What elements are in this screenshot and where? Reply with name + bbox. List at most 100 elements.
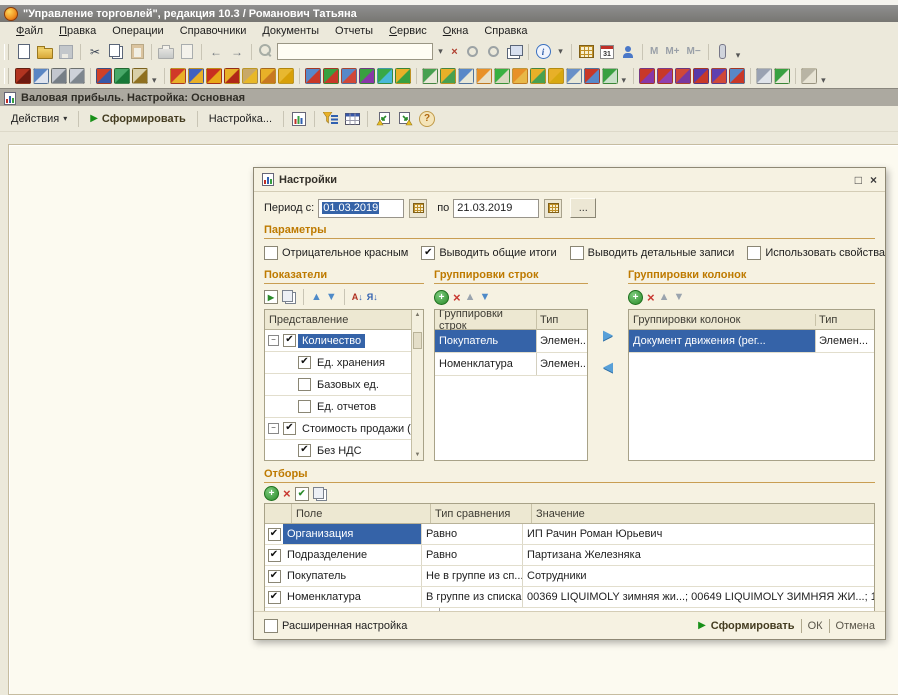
checkbox-cell[interactable]: ✔ [265,587,283,607]
toolbar-button-icon[interactable] [675,68,691,84]
toolbar-button-icon[interactable] [305,68,321,84]
toolbar-button-icon[interactable] [377,68,393,84]
toolbar-button-icon[interactable] [69,68,85,84]
generate-button-footer[interactable]: ▶ Сформировать [698,620,795,632]
report-variant-button[interactable] [289,109,309,128]
memory-button[interactable]: M [647,46,661,57]
checkbox-icon[interactable] [298,378,311,391]
param-checkbox[interactable]: ✔Выводить общие итоги [421,246,556,260]
checkbox-cell[interactable]: ✔ [265,545,283,565]
table-tool-button[interactable] [576,42,596,61]
checkbox-icon[interactable]: ✔ [298,356,311,369]
memory-minus-button[interactable]: M− [684,46,704,57]
toolbar-button-icon[interactable] [584,68,600,84]
toolbar-overflow-icon[interactable]: ▾ [734,50,743,61]
check-all-icon[interactable]: ✔ [295,487,309,501]
toolbar-button-icon[interactable] [422,68,438,84]
calendar-tool-button[interactable]: 31 [597,42,617,61]
toolbar-button-icon[interactable] [395,68,411,84]
undo-button[interactable]: ← [206,42,226,61]
indicator-row[interactable]: ✔Без НДС [265,440,412,461]
toolbar-button-icon[interactable] [602,68,618,84]
find-prev-button[interactable] [483,42,503,61]
toolbar-button-icon[interactable] [260,68,276,84]
toolbar-button-icon[interactable] [693,68,709,84]
menu-item-help[interactable]: Справка [476,24,535,38]
filter-row[interactable]: ✔НоменклатураВ группе из списка00369 LIQ… [265,587,874,608]
toolbar-button-icon[interactable] [132,68,148,84]
toolbar-button-icon[interactable] [15,68,31,84]
add-icon[interactable]: + [264,486,279,501]
move-down-button[interactable]: ▼ [673,292,684,303]
move-up-button[interactable]: ▲ [659,292,670,303]
group-row[interactable]: Документ движения (рег...Элемен... [629,330,874,353]
toolbar-button-icon[interactable] [476,68,492,84]
menu-item-documents[interactable]: Документы [254,24,327,38]
toolbar-button-icon[interactable] [440,68,456,84]
toolbar-button-icon[interactable] [512,68,528,84]
save-values-button[interactable] [373,109,393,128]
period-to-input[interactable]: 21.03.2019 [453,199,539,218]
toolbar-button-icon[interactable] [114,68,130,84]
find-next-button[interactable] [462,42,482,61]
settings-button[interactable]: Настройка... [203,111,278,127]
toolbar-overflow-icon[interactable]: ▾ [620,75,629,86]
indicator-row[interactable]: −✔Стоимость продажи (руб.) [265,418,412,440]
toolbar-button-icon[interactable] [530,68,546,84]
toolbar-button-icon[interactable] [170,68,186,84]
scrollbar-thumb[interactable] [413,332,422,349]
toolbar-button-icon[interactable] [323,68,339,84]
checkbox-cell[interactable]: ✔ [265,566,283,586]
menu-item-service[interactable]: Сервис [381,24,435,38]
menu-item-operations[interactable]: Операции [104,24,171,38]
delete-icon[interactable]: × [453,291,461,304]
memory-plus-button[interactable]: M+ [662,46,682,57]
menu-item-edit[interactable]: Правка [51,24,104,38]
toolbar-overflow-icon[interactable]: ▾ [150,75,159,86]
checkbox-icon[interactable]: ✔ [283,422,296,435]
tree-expander-icon[interactable]: − [268,423,279,434]
tree-expander-icon[interactable]: − [268,335,279,346]
checkbox-cell[interactable]: ✔ [265,524,283,544]
toolbar-button-icon[interactable] [341,68,357,84]
toolbar-button-icon[interactable] [458,68,474,84]
menu-item-reports[interactable]: Отчеты [327,24,381,38]
ok-button[interactable]: ОК [808,620,823,632]
period-to-calendar-button[interactable] [544,199,562,218]
checkbox-icon[interactable]: ✔ [283,334,296,347]
move-right-button[interactable]: ▶ [603,327,613,343]
param-checkbox[interactable]: Использовать свойства и категории [747,246,885,260]
toolbar-button-icon[interactable] [801,68,817,84]
move-up-button[interactable]: ▲ [311,292,322,303]
info-button[interactable]: i [533,42,553,61]
table-settings-button[interactable] [342,109,362,128]
delete-icon[interactable]: × [647,291,655,304]
search-dropdown-button[interactable]: ▾ [434,43,447,60]
actions-menu-button[interactable]: Действия ▾ [5,111,73,127]
checkbox-icon[interactable] [298,400,311,413]
toolbar-button-icon[interactable] [278,68,294,84]
toolbar-button-icon[interactable] [639,68,655,84]
open-button[interactable] [35,42,55,61]
toolbar-button-icon[interactable] [548,68,564,84]
restore-values-button[interactable] [395,109,415,128]
scroll-up-icon[interactable]: ▲ [412,312,423,318]
param-checkbox[interactable]: Отрицательное красным [264,246,408,260]
move-down-button[interactable]: ▼ [479,292,490,303]
copy-icon[interactable] [313,487,324,499]
toolbar-button-icon[interactable] [96,68,112,84]
sort-asc-button[interactable]: А↓ [352,293,363,302]
indicator-row[interactable]: −✔Количество [265,330,412,352]
toolbar-button-icon[interactable] [494,68,510,84]
toolbar-button-icon[interactable] [51,68,67,84]
toolbar-button-icon[interactable] [359,68,375,84]
toolbar-button-icon[interactable] [33,68,49,84]
check-all-button[interactable]: ▶ [264,290,278,304]
period-from-input[interactable]: 01.03.2019 [318,199,404,218]
period-from-calendar-button[interactable] [409,199,427,218]
search-clear-button[interactable]: × [448,43,461,60]
toolbar-button-icon[interactable] [756,68,772,84]
generate-button[interactable]: ▶ Сформировать [84,111,192,127]
info-dropdown-button[interactable]: ▾ [554,43,567,60]
param-checkbox[interactable]: Выводить детальные записи [570,246,735,260]
